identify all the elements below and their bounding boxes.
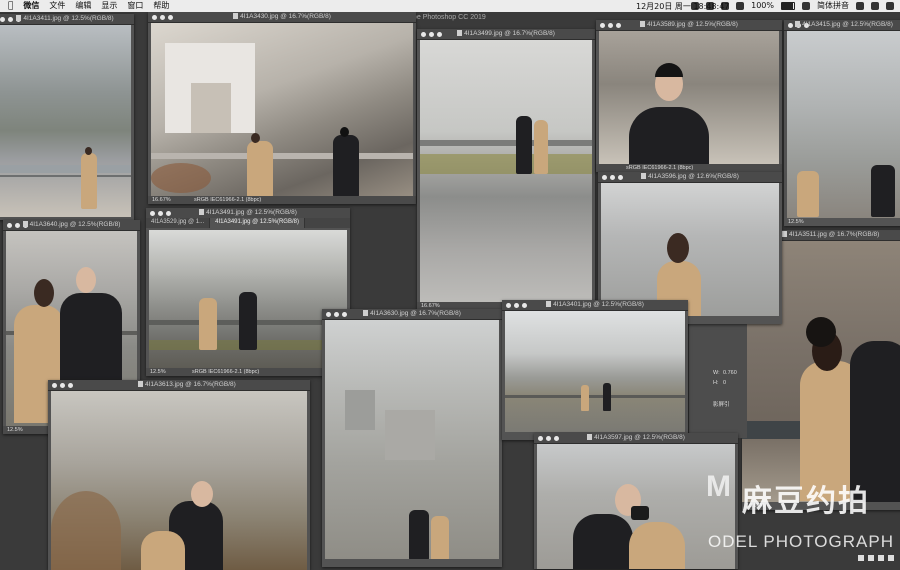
menu-window[interactable]: 窗口 [127, 1, 143, 11]
color-profile[interactable]: sRGB IEC61966-2.1 (8bpc) [626, 165, 693, 171]
document-window[interactable]: 4I1A3401.jpg @ 12.5%(RGB/8) [502, 300, 688, 440]
zoom-icon[interactable] [68, 383, 73, 388]
photo [505, 311, 685, 432]
status-icon[interactable] [888, 555, 894, 561]
window-title: 4I1A3511.jpg @ 16.7%(RGB/8) [789, 231, 880, 238]
photo [51, 391, 307, 570]
photo [537, 444, 735, 569]
document-icon [457, 30, 463, 36]
document-icon [546, 301, 552, 307]
app-title: be Photoshop CC 2019 [413, 14, 486, 21]
document-window[interactable]: 4I1A3589.jpg @ 12.5%(RGB/8) sRGB IEC6196… [596, 20, 782, 172]
window-title: 4I1A3411.jpg @ 12.5%(RGB/8) [23, 15, 114, 22]
document-icon [363, 310, 369, 316]
document-icon [233, 13, 239, 19]
photo [787, 31, 900, 218]
input-method-label[interactable]: 简体拼音 [817, 1, 849, 11]
search-icon[interactable] [856, 2, 864, 10]
color-profile[interactable]: sRGB IEC61966-2.1 (8bpc) [194, 197, 261, 203]
window-title: 4I1A3401.jpg @ 12.5%(RGB/8) [553, 301, 644, 308]
photo [599, 31, 779, 164]
photo [601, 183, 779, 316]
document-icon [641, 173, 647, 179]
window-title: 4I1A3596.jpg @ 12.6%(RGB/8) [648, 173, 739, 180]
status-icon[interactable] [868, 555, 874, 561]
window-title: 4I1A3640.jpg @ 12.5%(RGB/8) [29, 221, 121, 228]
y-label: H: [713, 380, 719, 386]
document-icon [199, 209, 205, 215]
status-icons [858, 555, 894, 561]
document-window[interactable]: 4I1A3613.jpg @ 16.7%(RGB/8) [48, 380, 310, 570]
siri-icon[interactable] [871, 2, 879, 10]
document-window[interactable]: 4I1A3411.jpg @ 12.5%(RGB/8) [0, 14, 134, 220]
status-icon[interactable] [878, 555, 884, 561]
zoom-level[interactable]: 12.5% [788, 219, 804, 225]
window-title: 4I1A3589.jpg @ 12.5%(RGB/8) [647, 21, 738, 28]
photo [420, 40, 592, 302]
document-icon [782, 231, 787, 237]
tab-document-active[interactable]: 4I1A3491.jpg @ 12.5%(RGB/8) [210, 218, 305, 228]
document-icon [16, 15, 22, 21]
zoom-level[interactable]: 16.67% [152, 197, 171, 203]
window-title: 4I1A3597.jpg @ 12.5%(RGB/8) [594, 434, 685, 441]
menu-help[interactable]: 帮助 [153, 1, 169, 11]
wifi-icon[interactable] [736, 2, 745, 10]
menu-app-name[interactable]: 微信 [23, 1, 39, 11]
document-window[interactable]: 4I1A3415.jpg @ 12.5%(RGB/8) 12.5% [784, 20, 900, 226]
clock[interactable]: 12月20日 周一 18:48:47 [636, 1, 729, 12]
properties-panel: W: 0.760 H: 0 影屏引 [688, 318, 747, 438]
photo [325, 320, 499, 559]
apple-menu-icon[interactable]:  [8, 1, 13, 11]
menubar:  微信 文件 编辑 显示 窗口 帮助 100% 简体拼音 [0, 0, 900, 12]
document-window[interactable]: 4I1A3630.jpg @ 16.7%(RGB/8) [322, 309, 502, 567]
document-window[interactable]: 4I1A3499.jpg @ 16.7%(RGB/8) 16.67% [417, 29, 595, 310]
window-title: 4I1A3613.jpg @ 16.7%(RGB/8) [145, 381, 236, 388]
photo [149, 230, 347, 368]
document-icon [138, 381, 143, 387]
window-title: 4I1A3415.jpg @ 12.5%(RGB/8) [802, 21, 893, 28]
panel-label: 影屏引 [713, 402, 730, 408]
battery-icon[interactable] [781, 2, 795, 10]
close-icon[interactable] [52, 383, 57, 388]
document-window[interactable]: 4I1A3597.jpg @ 12.5%(RGB/8) [534, 433, 738, 569]
y-value[interactable]: 0 [723, 380, 726, 386]
menu-view[interactable]: 显示 [101, 1, 117, 11]
document-window[interactable]: 4I1A3491.jpg @ 12.5%(RGB/8) 4I1A3529.jpg… [146, 208, 350, 376]
minimize-icon[interactable] [60, 383, 65, 388]
document-icon [640, 21, 646, 27]
zoom-level[interactable]: 12.5% [150, 369, 166, 375]
window-title: 4I1A3630.jpg @ 16.7%(RGB/8) [370, 310, 461, 317]
window-title: 4I1A3499.jpg @ 16.7%(RGB/8) [464, 30, 555, 37]
menu-edit[interactable]: 编辑 [75, 1, 91, 11]
height-value[interactable]: 0.760 [723, 370, 737, 376]
document-icon [22, 221, 28, 227]
width-label: W: [713, 370, 720, 376]
document-icon [587, 434, 593, 440]
battery-percent: 100% [751, 1, 774, 10]
document-icon [795, 21, 801, 27]
document-window[interactable]: 4I1A3430.jpg @ 16.7%(RGB/8) 16.67% sRGB I… [148, 12, 416, 204]
status-icon[interactable] [858, 555, 864, 561]
window-title: 4I1A3430.jpg @ 16.7%(RGB/8) [240, 13, 331, 20]
input-method-icon[interactable] [802, 2, 810, 10]
photo [0, 25, 131, 217]
document-tabs: 4I1A3529.jpg @ 1... 4I1A3491.jpg @ 12.5%… [146, 218, 350, 228]
menu-file[interactable]: 文件 [49, 1, 65, 11]
window-title: 4I1A3491.jpg @ 12.5%(RGB/8) [206, 209, 297, 216]
photo [151, 23, 413, 196]
zoom-level[interactable]: 12.5% [7, 427, 23, 433]
color-profile[interactable]: sRGB IEC61966-2.1 (8bpc) [192, 369, 259, 375]
zoom-level[interactable]: 16.67% [746, 503, 765, 509]
tab-document[interactable]: 4I1A3529.jpg @ 1... [146, 218, 211, 228]
control-center-icon[interactable] [886, 2, 894, 10]
